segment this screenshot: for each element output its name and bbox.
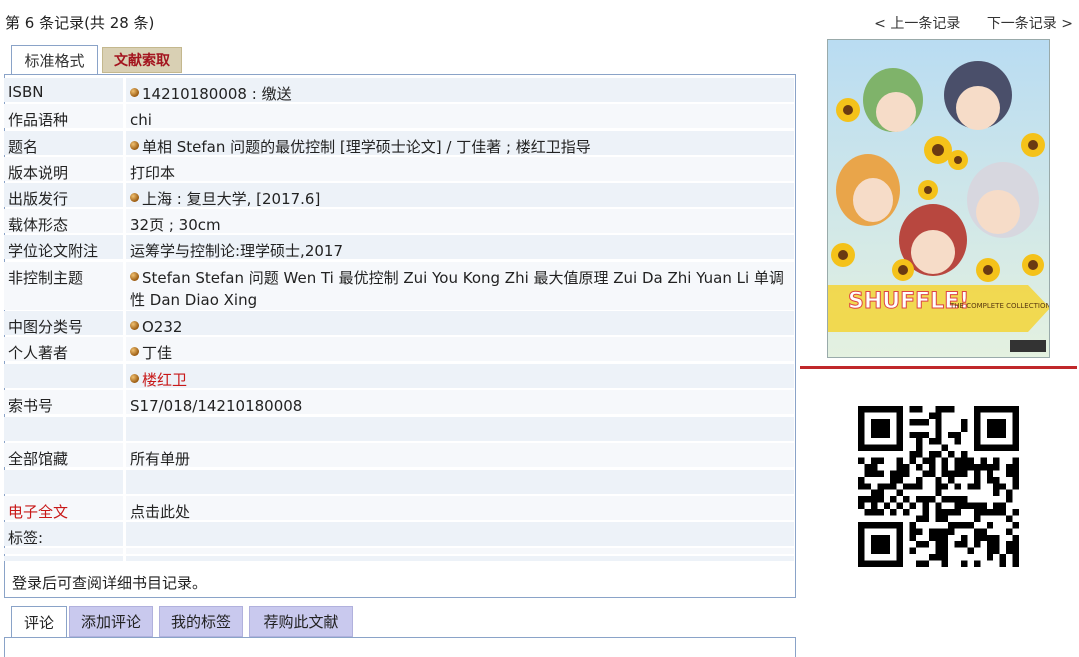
prev-record-link[interactable]: < 上一条记录 <box>874 16 960 32</box>
cover-image: SHUFFLE! THE COMPLETE COLLECTION <box>827 39 1050 358</box>
record-row-empty <box>4 417 794 441</box>
bullet-icon <box>130 272 139 281</box>
tab-standard-format[interactable]: 标准格式 <box>11 45 98 75</box>
field-value <box>126 470 794 494</box>
tab-comments[interactable]: 评论 <box>11 606 67 638</box>
field-value[interactable]: Stefan Stefan 问题 Wen Ti 最优控制 Zui You Kon… <box>130 269 784 309</box>
field-value: S17/018/14210180008 <box>126 390 794 415</box>
field-value <box>126 522 794 546</box>
field-value: chi <box>126 104 794 129</box>
bullet-icon <box>130 88 139 97</box>
field-label: 索书号 <box>4 390 123 415</box>
bullet-icon <box>130 193 139 202</box>
field-value: 32页 ; 30cm <box>126 209 794 234</box>
field-value[interactable]: 14210180008 : 缴送 <box>142 85 292 103</box>
comment-panel <box>4 637 796 657</box>
qr-code-icon <box>858 406 1019 567</box>
record-row-holdings: 全部馆藏 所有单册 <box>4 443 794 468</box>
row-divider <box>4 548 794 554</box>
record-row-empty <box>4 470 794 494</box>
record-row-physical: 载体形态 32页 ; 30cm <box>4 209 794 234</box>
field-label: 全部馆藏 <box>4 443 123 468</box>
record-row-classification: 中图分类号 O232 <box>4 311 794 336</box>
field-value: 打印本 <box>126 157 794 182</box>
qr-code <box>858 406 1019 567</box>
fulltext-link[interactable]: 点击此处 <box>126 496 794 521</box>
bullet-icon <box>130 347 139 356</box>
field-value: 运筹学与控制论:理学硕士,2017 <box>126 235 794 260</box>
tab-my-tags[interactable]: 我的标签 <box>159 606 243 637</box>
record-row-isbn: ISBN 14210180008 : 缴送 <box>4 78 794 103</box>
field-label: 非控制主题 <box>4 262 123 310</box>
field-value[interactable]: 丁佳 <box>142 344 172 362</box>
record-row-tags: 标签: <box>4 522 794 547</box>
login-note: 登录后可查阅详细书目记录。 <box>12 574 208 592</box>
field-label <box>4 470 123 494</box>
tab-add-comment[interactable]: 添加评论 <box>69 606 153 637</box>
field-label: 作品语种 <box>4 104 123 129</box>
field-label: 题名 <box>4 131 123 156</box>
record-row-title: 题名 单相 Stefan 问题的最优控制 [理学硕士论文] / 丁佳著 ; 楼红… <box>4 131 794 156</box>
bullet-icon <box>130 374 139 383</box>
tab-recommend-purchase[interactable]: 荐购此文献 <box>249 606 353 637</box>
field-value <box>126 417 794 441</box>
bullet-icon <box>130 321 139 330</box>
record-row-fulltext: 电子全文 点击此处 <box>4 496 794 521</box>
record-row-edition: 版本说明 打印本 <box>4 157 794 182</box>
field-label: 标签: <box>4 522 123 547</box>
field-label <box>4 417 123 441</box>
record-row-author: 个人著者 丁佳 <box>4 337 794 362</box>
divider-line <box>800 366 1077 369</box>
row-divider <box>4 556 794 561</box>
next-record-link[interactable]: 下一条记录 > <box>987 16 1073 32</box>
tab-citation-request[interactable]: 文献索取 <box>102 47 182 73</box>
record-row-subjects: 非控制主题 Stefan Stefan 问题 Wen Ti 最优控制 Zui Y… <box>4 262 794 310</box>
field-label: 电子全文 <box>4 496 123 521</box>
field-label: 中图分类号 <box>4 311 123 336</box>
field-value[interactable]: 楼红卫 <box>142 371 187 389</box>
field-label: 版本说明 <box>4 157 123 182</box>
field-value[interactable]: 单相 Stefan 问题的最优控制 [理学硕士论文] / 丁佳著 ; 楼红卫指导 <box>142 138 591 156</box>
field-label: 载体形态 <box>4 209 123 234</box>
record-row-call-number: 索书号 S17/018/14210180008 <box>4 390 794 415</box>
record-navigation: < 上一条记录 下一条记录 > <box>852 13 1073 33</box>
field-label: 学位论文附注 <box>4 235 123 260</box>
bullet-icon <box>130 141 139 150</box>
svg-text:THE COMPLETE COLLECTION: THE COMPLETE COLLECTION <box>949 302 1050 310</box>
field-label <box>4 364 123 388</box>
cover-illustration: SHUFFLE! THE COMPLETE COLLECTION <box>828 40 1050 357</box>
field-label: 出版发行 <box>4 183 123 208</box>
holdings-link[interactable]: 所有单册 <box>126 443 794 468</box>
record-row-language: 作品语种 chi <box>4 104 794 129</box>
field-label: ISBN <box>4 78 123 102</box>
field-label: 个人著者 <box>4 337 123 362</box>
field-value[interactable]: 上海 : 复旦大学, [2017.6] <box>142 190 320 208</box>
record-row-publisher: 出版发行 上海 : 复旦大学, [2017.6] <box>4 183 794 208</box>
record-row-thesis-note: 学位论文附注 运筹学与控制论:理学硕士,2017 <box>4 235 794 260</box>
record-counter: 第 6 条记录(共 28 条) <box>5 14 155 32</box>
record-row-author-2: 楼红卫 <box>4 364 794 389</box>
field-value[interactable]: O232 <box>142 318 182 336</box>
